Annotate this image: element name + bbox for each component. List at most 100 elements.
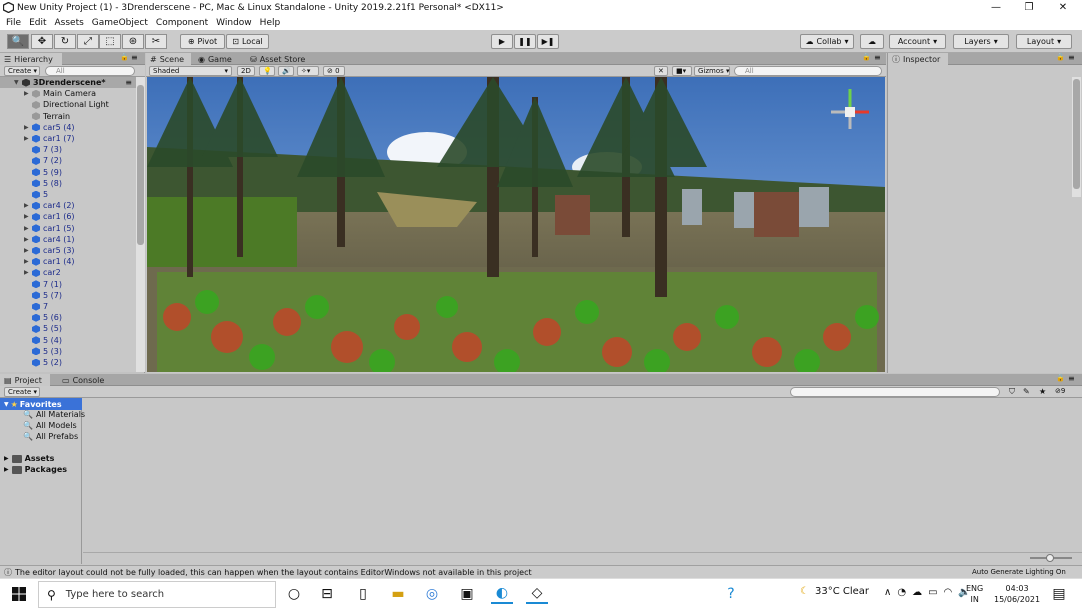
hierarchy-item[interactable]: 5 (5) xyxy=(0,323,62,334)
tab-hierarchy[interactable]: ☰ Hierarchy xyxy=(0,53,62,65)
hierarchy-item[interactable]: ▶ car4 (2) xyxy=(0,200,75,211)
expand-arrow-icon[interactable]: ▶ xyxy=(24,90,32,97)
hierarchy-item[interactable]: ▶ car5 (3) xyxy=(0,245,75,256)
favorites-row[interactable]: ▼ ★ Favorites xyxy=(0,398,82,410)
rotate-tool-icon[interactable]: ↻ xyxy=(54,34,76,49)
project-create-button[interactable]: Create ▾ xyxy=(4,387,40,397)
favorite-item[interactable]: 🔍 All Models xyxy=(23,421,77,430)
clock[interactable]: 04:03 15/06/2021 xyxy=(994,583,1040,605)
hierarchy-item[interactable]: ▶ car4 (1) xyxy=(0,234,75,245)
expand-arrow-icon[interactable]: ▶ xyxy=(24,135,32,142)
hierarchy-item[interactable]: 5 (8) xyxy=(0,178,62,189)
lock-icon[interactable]: 🔒 xyxy=(1056,374,1065,382)
hierarchy-item[interactable]: Directional Light xyxy=(0,99,109,110)
cloud-button[interactable]: ☁ xyxy=(860,34,884,49)
status-message[interactable]: The editor layout could not be fully loa… xyxy=(15,568,532,577)
hierarchy-item[interactable]: 5 (6) xyxy=(0,312,62,323)
filter-type-icon[interactable]: ⛉ xyxy=(1009,387,1015,397)
camera-dropdown-icon[interactable]: ■▾ xyxy=(672,66,692,76)
hierarchy-item[interactable]: 5 (7) xyxy=(0,290,62,301)
hierarchy-item[interactable]: 7 xyxy=(0,301,48,312)
weather-widget[interactable]: ☾ 33°C Clear xyxy=(800,586,869,597)
hand-tool-icon[interactable]: 🔍 xyxy=(7,34,29,49)
expand-arrow-icon[interactable]: ▶ xyxy=(24,269,32,276)
favorite-item[interactable]: 🔍 All Prefabs xyxy=(23,432,78,441)
hierarchy-item[interactable]: 5 (3) xyxy=(0,346,62,357)
menu-edit[interactable]: Edit xyxy=(29,18,46,28)
hierarchy-item[interactable]: ▶ car1 (6) xyxy=(0,211,75,222)
pivot-toggle[interactable]: ⊕ Pivot xyxy=(180,34,225,49)
edge-icon[interactable]: ◐ xyxy=(491,584,513,604)
file-explorer-icon[interactable]: ▬ xyxy=(387,584,409,604)
tools-icon[interactable]: ✕ xyxy=(654,66,668,76)
hidden-packages-toggle[interactable]: ⊘9 xyxy=(1055,387,1065,395)
hidden-objects-toggle[interactable]: ⊘ 0 xyxy=(323,66,345,76)
tab-project[interactable]: ▤ Project xyxy=(0,374,50,386)
lighting-toggle-icon[interactable]: 💡 xyxy=(259,66,275,76)
close-icon[interactable]: ✕ xyxy=(1046,0,1080,16)
assets-folder-row[interactable]: ▶ Assets xyxy=(4,454,54,463)
menu-component[interactable]: Component xyxy=(156,18,208,28)
hierarchy-item[interactable]: 7 (1) xyxy=(0,279,62,290)
hierarchy-item[interactable]: ▶ car1 (4) xyxy=(0,256,75,267)
filter-label-icon[interactable]: ✎ xyxy=(1023,387,1030,396)
expand-arrow-icon[interactable]: ▶ xyxy=(24,247,32,254)
scale-tool-icon[interactable]: ⤢ xyxy=(77,34,99,49)
collab-dropdown[interactable]: ☁ Collab ▾ xyxy=(800,34,854,49)
local-toggle[interactable]: ⊡ Local xyxy=(226,34,269,49)
expand-arrow-icon[interactable]: ▶ xyxy=(24,202,32,209)
panel-menu-icon[interactable]: ≡ xyxy=(1068,53,1075,62)
favorite-item[interactable]: 🔍 All Materials xyxy=(23,410,85,419)
transform-tool-icon[interactable]: ⊛ xyxy=(122,34,144,49)
slider-handle[interactable] xyxy=(1046,554,1054,562)
network-icon[interactable]: ◔ xyxy=(897,587,906,598)
hierarchy-item[interactable]: 5 (4) xyxy=(0,335,62,346)
panel-menu-icon[interactable]: ≡ xyxy=(1068,374,1075,383)
scene-viewport[interactable] xyxy=(147,77,885,372)
favorite-star-icon[interactable]: ★ xyxy=(1039,387,1046,396)
expand-arrow-icon[interactable]: ▶ xyxy=(24,258,32,265)
hierarchy-create-button[interactable]: Create ▾ xyxy=(4,66,40,76)
unity-taskbar-icon[interactable]: ◇ xyxy=(526,584,548,604)
menu-window[interactable]: Window xyxy=(216,18,252,28)
restore-icon[interactable]: ❐ xyxy=(1012,0,1046,16)
wifi-icon[interactable]: ◠ xyxy=(944,587,953,598)
menu-gameobject[interactable]: GameObject xyxy=(92,18,148,28)
hierarchy-item[interactable]: 5 (9) xyxy=(0,167,62,178)
hierarchy-item[interactable]: 5 (2) xyxy=(0,357,62,368)
scene-search-input[interactable]: All xyxy=(734,66,882,76)
windows-start-icon[interactable] xyxy=(8,584,30,604)
task-view-icon[interactable]: ⊟ xyxy=(316,584,338,604)
panel-menu-icon[interactable]: ≡ xyxy=(131,53,138,62)
terminal-icon[interactable]: ▣ xyxy=(456,584,478,604)
tab-console[interactable]: ▭ Console xyxy=(58,374,110,386)
minimize-icon[interactable]: — xyxy=(979,0,1013,16)
scene-root-row[interactable]: ▼ 3Drenderscene* ≡ xyxy=(0,77,136,89)
auto-lighting-status[interactable]: Auto Generate Lighting On xyxy=(972,568,1066,576)
file-icon[interactable]: ▯ xyxy=(352,584,374,604)
expand-arrow-icon[interactable]: ▶ xyxy=(24,225,32,232)
taskbar-search-box[interactable]: ⚲ Type here to search xyxy=(38,581,276,608)
notifications-icon[interactable]: ▤ xyxy=(1048,584,1070,604)
audio-toggle-icon[interactable]: 🔊 xyxy=(278,66,294,76)
2d-toggle[interactable]: 2D xyxy=(237,66,255,76)
rect-tool-icon[interactable]: ⬚ xyxy=(99,34,121,49)
expand-arrow-icon[interactable]: ▶ xyxy=(24,236,32,243)
expand-arrow-icon[interactable]: ▶ xyxy=(24,213,32,220)
help-tray-icon[interactable]: ? xyxy=(720,584,742,604)
hierarchy-item[interactable]: 7 (2) xyxy=(0,155,62,166)
custom-tool-icon[interactable]: ✂ xyxy=(145,34,167,49)
hierarchy-search-input[interactable]: All xyxy=(45,66,135,76)
packages-folder-row[interactable]: ▶ Packages xyxy=(4,465,67,474)
lock-icon[interactable]: 🔒 xyxy=(862,53,871,61)
hierarchy-item[interactable]: ▶ Main Camera xyxy=(0,88,96,99)
layers-dropdown[interactable]: Layers ▾ xyxy=(953,34,1009,49)
shading-mode-dropdown[interactable]: Shaded ▾ xyxy=(149,66,232,76)
account-dropdown[interactable]: Account ▾ xyxy=(889,34,946,49)
effects-dropdown-icon[interactable]: ✧▾ xyxy=(297,66,319,76)
tab-asset-store[interactable]: ⛁ Asset Store xyxy=(246,53,316,65)
layout-dropdown[interactable]: Layout ▾ xyxy=(1016,34,1072,49)
onedrive-icon[interactable]: ☁ xyxy=(912,587,922,598)
tab-scene[interactable]: # Scene xyxy=(146,53,191,65)
hierarchy-scrollbar[interactable] xyxy=(136,77,145,372)
